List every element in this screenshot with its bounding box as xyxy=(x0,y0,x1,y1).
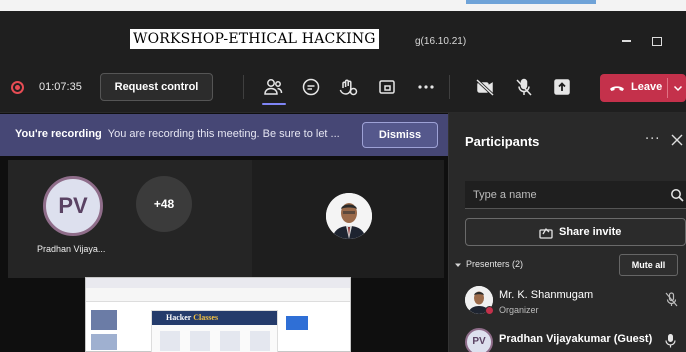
shared-screen-thumbnail xyxy=(91,310,117,330)
participant-role: Organizer xyxy=(499,305,539,315)
leave-button[interactable]: Leave xyxy=(600,74,686,102)
participant-search xyxy=(465,181,686,209)
reactions-icon[interactable] xyxy=(337,76,359,98)
mic-off-icon[interactable] xyxy=(513,76,535,98)
close-icon[interactable] xyxy=(670,133,684,147)
recording-banner-message: You are recording this meeting. Be sure … xyxy=(107,128,340,140)
dismiss-button[interactable]: Dismiss xyxy=(362,122,438,148)
people-active-indicator xyxy=(262,103,286,105)
search-icon[interactable] xyxy=(670,188,684,202)
more-participants-button[interactable]: +48 xyxy=(136,176,192,232)
slide-column xyxy=(160,331,180,351)
shared-screen-ribbon xyxy=(86,288,350,302)
slide-column xyxy=(250,331,270,351)
panel-title: Participants xyxy=(465,134,540,149)
chat-icon[interactable] xyxy=(300,76,322,98)
phone-hangup-icon xyxy=(610,86,624,91)
slide-title: Hacker Classes xyxy=(166,313,218,322)
slide-column xyxy=(190,331,210,351)
recording-icon xyxy=(11,81,24,94)
camera-off-icon[interactable] xyxy=(474,76,496,98)
mute-all-button[interactable]: Mute all xyxy=(619,254,678,276)
mic-icon[interactable] xyxy=(665,333,676,348)
maximize-icon[interactable] xyxy=(652,37,662,46)
request-control-button[interactable]: Request control xyxy=(100,73,213,101)
meeting-toolbar: 01:07:35 Request control Leave xyxy=(0,65,686,113)
top-strip xyxy=(0,0,686,11)
slide-title-b: Classes xyxy=(193,313,219,322)
slide-title-a: Hacker xyxy=(166,313,192,322)
shared-screen-slide: Hacker Classes xyxy=(151,310,278,352)
chevron-down-icon[interactable] xyxy=(454,261,462,269)
leave-label: Leave xyxy=(631,81,663,93)
share-icon xyxy=(539,227,553,239)
minimize-icon[interactable] xyxy=(621,33,633,45)
people-icon[interactable] xyxy=(262,76,284,98)
shared-screen: Hacker Classes xyxy=(85,277,351,352)
participant-name: Mr. K. Shanmugam xyxy=(499,289,594,301)
recording-banner-heading: You're recording xyxy=(15,128,102,140)
breakout-rooms-icon[interactable] xyxy=(376,76,398,98)
shared-screen-button xyxy=(286,316,308,330)
top-strip-accent xyxy=(466,0,596,4)
toolbar-divider xyxy=(243,75,244,99)
window-title: WORKSHOP-ETHICAL HACKING xyxy=(130,29,379,49)
toolbar-divider xyxy=(449,75,450,99)
participant-name: Pradhan Vijaya... xyxy=(37,244,106,254)
share-tray-icon[interactable] xyxy=(551,76,573,98)
avatar[interactable]: PV xyxy=(465,328,493,352)
slide-column xyxy=(220,331,240,351)
leave-divider xyxy=(667,78,668,98)
participant-photo xyxy=(326,193,372,239)
chevron-down-icon[interactable] xyxy=(673,83,683,93)
shared-screen-titlebar xyxy=(86,278,350,288)
avatar: PV xyxy=(43,176,103,236)
window-title-suffix: g(16.10.21) xyxy=(415,36,467,47)
share-invite-button[interactable]: Share invite xyxy=(465,218,686,246)
participant-tile[interactable] xyxy=(8,160,252,278)
recording-banner: You're recording You are recording this m… xyxy=(0,114,448,156)
meeting-timer: 01:07:35 xyxy=(39,81,82,93)
presenters-section-label[interactable]: Presenters (2) xyxy=(466,259,523,269)
participant-name: Pradhan Vijayakumar (Guest) xyxy=(499,333,653,345)
shared-screen-thumbnail xyxy=(91,334,117,350)
more-options-icon[interactable]: ··· xyxy=(645,132,660,147)
mic-off-icon[interactable] xyxy=(665,292,678,307)
share-invite-label: Share invite xyxy=(559,226,622,238)
more-options-icon[interactable] xyxy=(415,76,437,98)
search-input[interactable] xyxy=(473,187,653,203)
recording-banner-text: You're recording You are recording this m… xyxy=(15,128,340,140)
status-badge xyxy=(485,306,494,315)
